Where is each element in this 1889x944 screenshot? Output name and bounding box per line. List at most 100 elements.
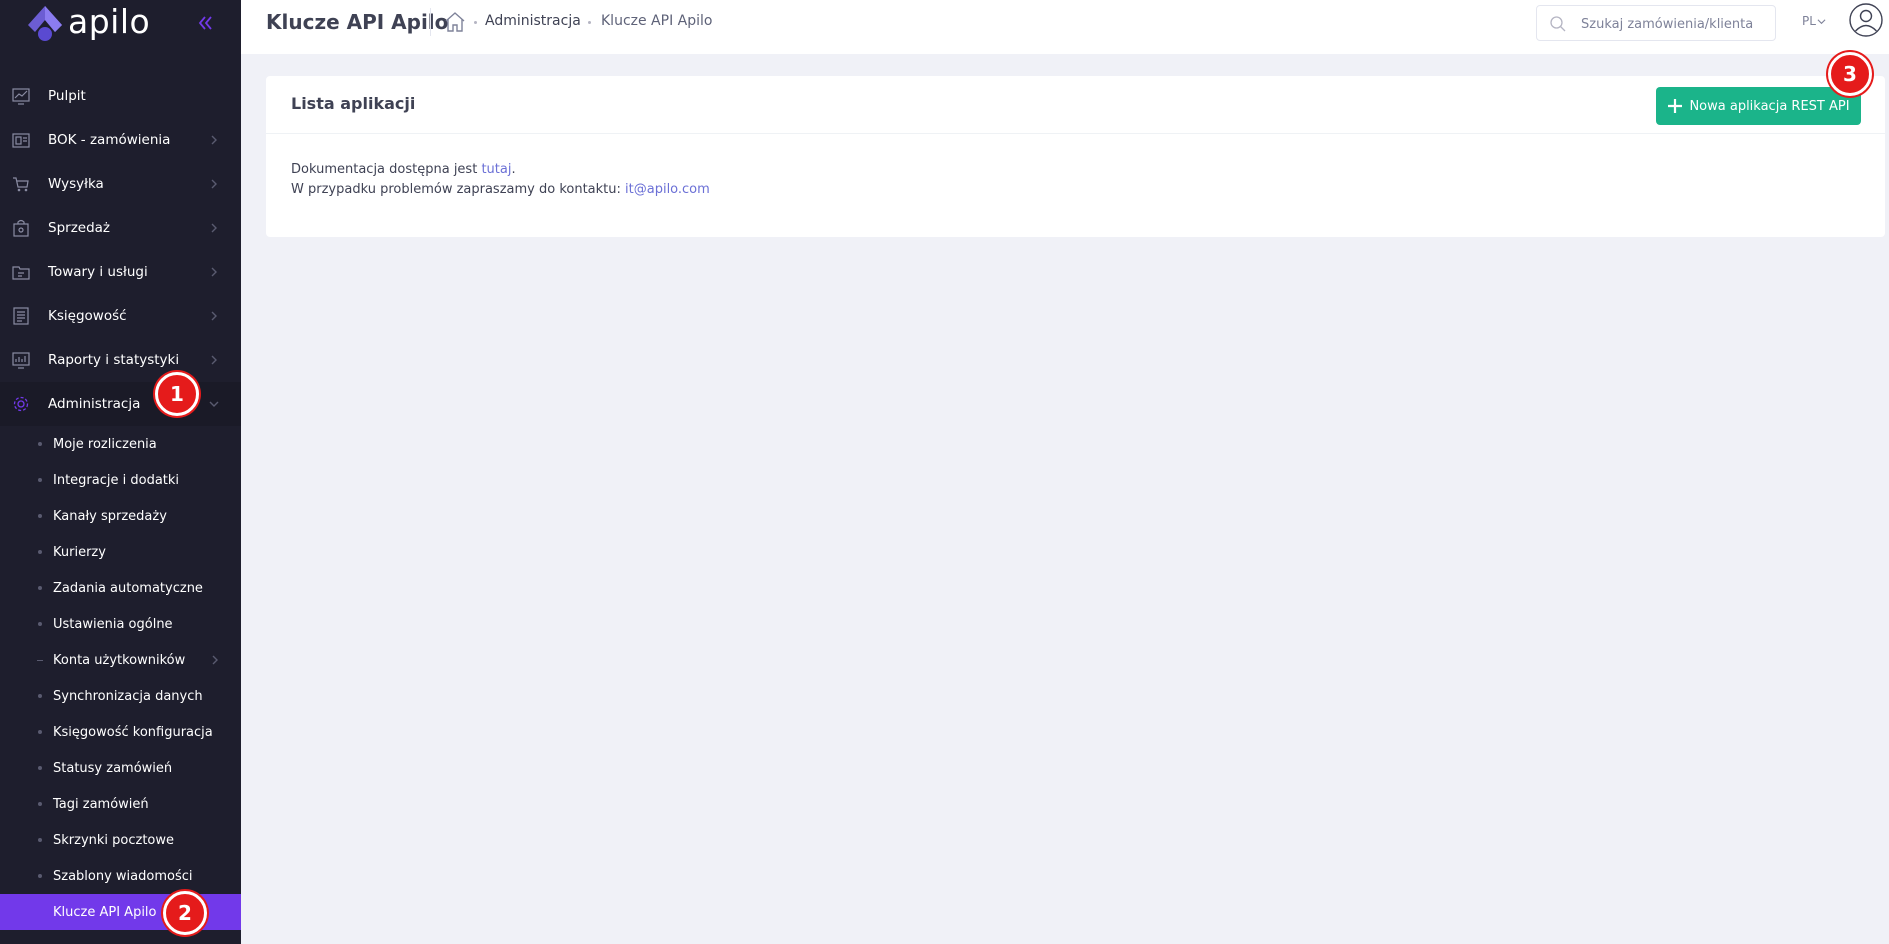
new-rest-api-app-button[interactable]: Nowa aplikacja REST API [1656,87,1861,125]
chevron-down-icon [1817,18,1826,24]
sidebar-item-label: Sprzedaż [48,220,111,236]
chevron-right-icon [211,135,217,145]
bullet-icon [38,874,42,878]
language-selector[interactable]: PL [1802,14,1826,28]
sidebar-subitem-ustawienia-ogolne[interactable]: Ustawienia ogólne [0,606,241,642]
bullet-icon [38,478,42,482]
search-box[interactable] [1536,5,1776,41]
orders-icon [12,133,30,148]
user-avatar-icon[interactable] [1848,2,1884,38]
documentation-link[interactable]: tutaj [481,162,511,177]
sidebar-subitem-label: Szablony wiadomości [53,868,193,884]
gear-icon [13,396,29,412]
sidebar-subitem-skrzynki-pocztowe[interactable]: Skrzynki pocztowe [0,822,241,858]
documentation-text: Dokumentacja dostępna jest [291,162,482,177]
sidebar-item-label: Administracja [48,396,141,412]
bullet-icon [38,514,42,518]
sidebar-item-label: Raporty i statystyki [48,352,180,368]
step-badge-2: 2 [163,891,207,935]
administracja-submenu: Moje rozliczenia Integracje i dodatki Ka… [0,426,241,930]
sidebar-item-bok-zamowienia[interactable]: BOK - zamówienia [0,118,241,162]
chevron-right-icon [211,355,217,365]
sidebar-item-sprzedaz[interactable]: Sprzedaż [0,206,241,250]
apilo-logo-icon [28,6,62,41]
sidebar-subitem-label: Skrzynki pocztowe [53,832,175,848]
step-badge-3: 3 [1828,52,1872,96]
dash-icon [37,660,43,661]
breadcrumb-separator [474,21,477,24]
language-label: PL [1802,14,1816,28]
sidebar-item-label: Księgowość [48,308,127,324]
bullet-icon [38,550,42,554]
sidebar-subitem-label: Synchronizacja danych [53,688,203,704]
sidebar: apilo Pulpit BOK - zamówienia Wysyłka Sp… [0,0,241,944]
accounting-list-icon [13,307,29,325]
sidebar-subitem-zadania-automatyczne[interactable]: Zadania automatyczne [0,570,241,606]
collapse-sidebar-button[interactable] [194,12,216,34]
sidebar-subitem-tagi-zamowien[interactable]: Tagi zamówień [0,786,241,822]
documentation-line: Dokumentacja dostępna jest tutaj. [291,160,710,180]
breadcrumb-administracja[interactable]: Administracja [485,13,581,29]
sidebar-subitem-kanaly-sprzedazy[interactable]: Kanały sprzedaży [0,498,241,534]
card-body: Dokumentacja dostępna jest tutaj. W przy… [291,160,710,200]
sidebar-subitem-label: Statusy zamówień [53,760,173,776]
dashboard-icon [12,88,30,105]
sidebar-subitem-label: Moje rozliczenia [53,436,157,452]
contact-text: W przypadku problemów zapraszamy do kont… [291,182,626,197]
home-icon[interactable] [443,10,467,34]
contact-line: W przypadku problemów zapraszamy do kont… [291,180,710,200]
breadcrumb-current: Klucze API Apilo [601,13,713,29]
sidebar-subitem-label: Zadania automatyczne [53,580,203,596]
chevron-right-icon [212,655,218,665]
sidebar-subitem-ksiegowosc-konfiguracja[interactable]: Księgowość konfiguracja [0,714,241,750]
bullet-icon [38,766,42,770]
new-rest-api-app-label: Nowa aplikacja REST API [1689,98,1850,114]
sidebar-item-ksiegowosc[interactable]: Księgowość [0,294,241,338]
bullet-icon [38,838,42,842]
chevron-down-icon [209,401,219,407]
shipping-cart-icon [13,177,29,192]
sidebar-item-label: Towary i usługi [48,264,148,280]
sidebar-item-raporty-i-statystyki[interactable]: Raporty i statystyki [0,338,241,382]
sidebar-subitem-statusy-zamowien[interactable]: Statusy zamówień [0,750,241,786]
card-title: Lista aplikacji [291,94,416,113]
sales-bag-icon [13,219,29,237]
documentation-suffix: . [511,162,516,177]
sidebar-subitem-szablony-wiadomosci[interactable]: Szablony wiadomości [0,858,241,894]
sidebar-subitem-label: Kurierzy [53,544,106,560]
header-divider [430,8,431,36]
contact-email-link[interactable]: it@apilo.com [625,182,710,197]
card-header: Lista aplikacji Nowa aplikacja REST API [266,76,1885,134]
top-header: Klucze API Apilo Administracja Klucze AP… [241,0,1889,54]
sidebar-item-wysylka[interactable]: Wysyłka [0,162,241,206]
sidebar-subitem-label: Kanały sprzedaży [53,508,167,524]
products-icon [12,266,30,280]
sidebar-subitem-label: Konta użytkowników [53,652,186,668]
sidebar-subitem-konta-uzytkownikow[interactable]: Konta użytkowników [0,642,241,678]
breadcrumb-separator [588,21,591,24]
sidebar-subitem-synchronizacja-danych[interactable]: Synchronizacja danych [0,678,241,714]
brand-name: apilo [68,1,151,41]
bullet-icon [38,802,42,806]
page-title: Klucze API Apilo [266,10,449,34]
sidebar-item-administracja[interactable]: Administracja [0,382,241,426]
sidebar-subitem-label: Tagi zamówień [53,796,149,812]
sidebar-subitem-kurierzy[interactable]: Kurierzy [0,534,241,570]
double-chevron-left-icon [198,16,212,30]
bullet-icon [38,694,42,698]
chevron-right-icon [211,179,217,189]
sidebar-item-pulpit[interactable]: Pulpit [0,74,241,118]
sidebar-subitem-moje-rozliczenia[interactable]: Moje rozliczenia [0,426,241,462]
sidebar-item-towary-i-uslugi[interactable]: Towary i usługi [0,250,241,294]
sidebar-subitem-integracje-i-dodatki[interactable]: Integracje i dodatki [0,462,241,498]
sidebar-subitem-label: Księgowość konfiguracja [53,724,213,740]
search-input[interactable] [1581,14,1766,34]
sidebar-item-label: Wysyłka [48,176,104,192]
bullet-icon [38,622,42,626]
applications-card: Lista aplikacji Nowa aplikacja REST API … [266,76,1885,237]
search-icon [1550,16,1566,32]
main-menu: Pulpit BOK - zamówienia Wysyłka Sprzedaż… [0,74,241,426]
sidebar-item-label: Pulpit [48,88,86,104]
sidebar-item-label: BOK - zamówienia [48,132,171,148]
chevron-right-icon [211,311,217,321]
